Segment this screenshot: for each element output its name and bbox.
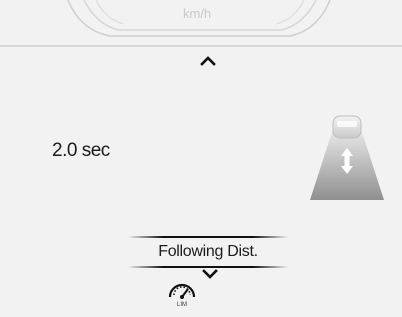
following-gap-value: 2.0 sec — [52, 140, 110, 161]
speedometer-gauge: km/h — [0, 0, 402, 46]
speed-limiter-icon: LIM — [166, 277, 202, 311]
divider — [0, 45, 402, 47]
instrument-display: km/h 2.0 sec Following Dist. LIM — [0, 0, 402, 317]
speed-unit-label: km/h — [183, 6, 212, 21]
speedometer-icon — [168, 283, 196, 299]
following-distance-menu-item[interactable]: Following Dist. — [128, 236, 288, 268]
acc-following-distance-icon — [310, 115, 384, 200]
menu-label: Following Dist. — [158, 243, 258, 260]
limiter-label: LIM — [176, 302, 187, 308]
menu-line-bottom — [128, 266, 288, 268]
menu-line-top — [128, 236, 288, 238]
chevron-up-icon[interactable] — [200, 56, 216, 66]
chevron-down-icon[interactable] — [202, 269, 218, 279]
